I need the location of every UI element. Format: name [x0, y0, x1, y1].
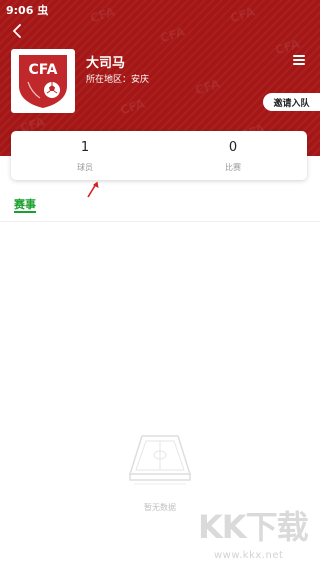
- menu-button[interactable]: [291, 53, 307, 67]
- region-info: 所在地区： 安庆: [86, 72, 149, 85]
- players-stat[interactable]: 1 球员: [11, 131, 159, 180]
- team-name: 大司马: [86, 56, 126, 71]
- matches-label: 比赛: [225, 162, 241, 172]
- background-watermark: CFA: [118, 96, 147, 118]
- chevron-left-icon: [13, 24, 21, 38]
- annotation-arrow-icon: [87, 181, 99, 198]
- notification-icon: 虫: [37, 4, 49, 17]
- players-label: 球员: [77, 162, 93, 172]
- hamburger-menu-icon: [293, 59, 305, 61]
- region-value: 安庆: [131, 75, 150, 85]
- back-button[interactable]: [6, 20, 28, 42]
- brand-watermark: KK下载: [198, 508, 309, 546]
- svg-text:CFA: CFA: [28, 62, 57, 78]
- matches-count: 0: [228, 139, 238, 155]
- invite-button[interactable]: 邀请入队: [263, 93, 320, 111]
- matches-stat[interactable]: 0 比赛: [159, 131, 307, 180]
- team-logo: CFA: [11, 49, 75, 113]
- hamburger-menu-icon: [293, 63, 305, 65]
- hamburger-menu-icon: [293, 55, 305, 57]
- background-watermark: CFA: [193, 76, 222, 98]
- tab-active-indicator: [14, 211, 36, 213]
- players-count: 1: [80, 139, 90, 155]
- brand-logo-text: KK下载: [198, 508, 309, 546]
- stats-card: 1 球员 0 比赛: [11, 131, 307, 180]
- tab-events[interactable]: 赛事: [14, 196, 36, 212]
- status-bar: 9:06 虫: [0, 0, 320, 20]
- empty-field-icon: [128, 435, 192, 485]
- status-time: 9:06: [6, 3, 34, 17]
- background-watermark: CFA: [158, 24, 187, 46]
- region-label: 所在地区：: [86, 75, 132, 85]
- divider: [0, 221, 320, 222]
- cfa-logo-icon: CFA: [19, 55, 67, 108]
- brand-url: www.kkx.net: [214, 550, 284, 561]
